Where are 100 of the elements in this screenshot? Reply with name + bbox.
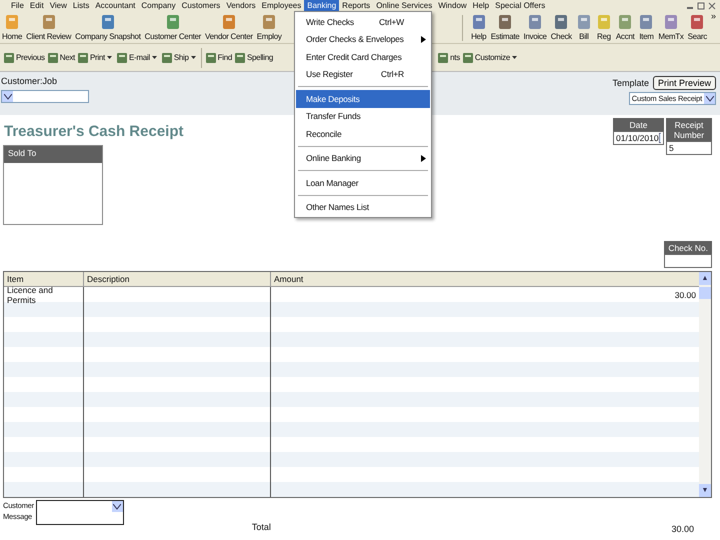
toolbar-button[interactable]: Vendor Center	[203, 14, 255, 41]
menu-item[interactable]: View	[46, 0, 70, 11]
menu-item[interactable]: Online Services	[373, 0, 436, 11]
form-toolbar-button[interactable]: Find	[204, 52, 233, 64]
toolbar-icon	[164, 14, 181, 30]
toolbar-icon	[160, 52, 173, 64]
toolbar-button[interactable]: Employ	[254, 14, 284, 41]
toolbar-button[interactable]: Check	[548, 14, 574, 41]
menu-item[interactable]: Reconcile	[296, 125, 430, 142]
toolbar-icon	[638, 14, 654, 30]
toolbar-icon	[76, 52, 89, 64]
receipt-number-field[interactable]: 5	[666, 141, 712, 155]
toolbar-icon	[617, 14, 634, 30]
check-no-field[interactable]	[664, 254, 712, 268]
form-toolbar-button[interactable]: Spelling	[233, 52, 274, 64]
check-no-label: Check No.	[664, 241, 712, 254]
toolbar-icon	[470, 14, 487, 30]
form-toolbar-button[interactable]: Ship	[160, 52, 190, 64]
toolbar-icon	[40, 14, 57, 30]
toolbar-icon	[662, 14, 679, 30]
toolbar-icon	[689, 14, 706, 30]
caret-icon[interactable]	[190, 56, 196, 59]
toolbar-icon	[100, 14, 116, 30]
toolbar-button[interactable]: Reg	[594, 14, 614, 41]
column-header: Item	[4, 272, 84, 286]
template-label: Template	[612, 78, 649, 88]
customer-job-dropdown[interactable]	[1, 90, 89, 103]
toolbar-button[interactable]: MemTx	[656, 14, 686, 41]
customer-message-dropdown[interactable]	[36, 500, 124, 525]
toolbar-button[interactable]: Help	[468, 14, 489, 41]
toolbar-button[interactable]: Customer Center	[142, 14, 204, 41]
toolbar-icon	[261, 14, 278, 30]
menu-item[interactable]: Edit	[26, 0, 47, 11]
menu-item[interactable]: Write Checks Ctrl+W	[296, 13, 430, 30]
total-value: 30.00	[671, 524, 694, 534]
menu-item[interactable]: Other Names List	[296, 198, 430, 216]
toolbar-icon	[4, 14, 20, 30]
toolbar-icon	[596, 14, 612, 30]
toolbar-icon	[220, 14, 237, 30]
form-toolbar-button[interactable]: Previous	[2, 52, 46, 64]
toolbar-button[interactable]: Company Snapshot	[73, 14, 143, 41]
scroll-thumb[interactable]	[699, 287, 711, 299]
toolbar-icon	[462, 52, 474, 64]
form-toolbar-button[interactable]: Customize	[460, 52, 511, 64]
toolbar-icon	[553, 14, 570, 30]
shortcut-label: Ctrl+R	[380, 69, 404, 80]
menu-item[interactable]: Transfer Funds	[296, 108, 430, 125]
menu-item[interactable]: Employees	[258, 0, 304, 11]
dropdown-arrow-icon	[704, 93, 715, 104]
toolbar-icon	[437, 52, 450, 64]
menu-item[interactable]: Banking	[304, 0, 340, 11]
menu-item[interactable]: Make Deposits	[296, 90, 430, 108]
receipt-number-label: Receipt Number	[666, 118, 712, 141]
overflow-button[interactable]: »	[710, 12, 716, 21]
date-field[interactable]: 01/10/2010	[613, 131, 664, 145]
toolbar-button[interactable]: Home	[0, 14, 24, 41]
menu-item[interactable]: Online Banking	[296, 150, 430, 167]
menu-item[interactable]: Use Register Ctrl+R	[296, 66, 430, 83]
menu-item[interactable]: Special Offers	[492, 0, 548, 11]
table-cell-text: 30.00	[674, 288, 697, 302]
column-header: Description	[84, 272, 271, 286]
toolbar-icon	[46, 52, 59, 64]
sold-to-field[interactable]: Sold To	[3, 145, 103, 225]
toolbar-button[interactable]: Item	[636, 14, 656, 41]
total-label: Total	[252, 522, 271, 532]
menu-item[interactable]: Loan Manager	[296, 174, 430, 192]
window-controls-icon[interactable]	[686, 2, 716, 10]
form-toolbar-button[interactable]: E-mail	[114, 52, 151, 64]
print-preview-button[interactable]: Print Preview	[652, 76, 716, 90]
toolbar-icon	[527, 14, 544, 30]
form-toolbar-button[interactable]: nts	[436, 52, 461, 64]
dropdown-arrow-icon	[112, 501, 123, 512]
menu-item[interactable]: Vendors	[223, 0, 259, 11]
sold-to-label: Sold To	[4, 146, 102, 163]
menu-item[interactable]: Company	[138, 0, 179, 11]
menu-item[interactable]: Reports	[339, 0, 374, 11]
toolbar-button[interactable]: Client Review	[24, 14, 74, 41]
caret-icon[interactable]	[512, 56, 517, 59]
toolbar-button[interactable]: Bill	[574, 14, 594, 41]
dropdown-arrow-icon	[2, 91, 13, 102]
menu-item[interactable]: Window	[435, 0, 470, 11]
toolbar-button[interactable]: Searc	[686, 14, 709, 41]
menu-item[interactable]: File	[8, 0, 27, 11]
column-header: Amount	[273, 274, 304, 284]
toolbar-button[interactable]: Accnt	[614, 14, 636, 41]
form-toolbar-button[interactable]: Print	[76, 52, 106, 64]
menu-item[interactable]: Lists	[70, 0, 92, 11]
menu-item[interactable]: Order Checks & Envelopes	[296, 30, 430, 48]
menu-item[interactable]: Help	[470, 0, 492, 11]
toolbar-button[interactable]: Estimate	[488, 14, 522, 41]
menu-item[interactable]: Enter Credit Card Charges	[296, 48, 430, 66]
customer-job-label: Customer:Job	[1, 76, 58, 86]
date-label: Date	[613, 118, 664, 131]
caret-icon[interactable]	[152, 56, 157, 59]
form-toolbar-button[interactable]: Next	[46, 52, 76, 64]
toolbar-button[interactable]: Invoice	[521, 14, 549, 41]
menu-item[interactable]: Accountant	[92, 0, 138, 11]
caret-icon[interactable]	[106, 56, 112, 59]
toolbar-icon	[234, 52, 246, 64]
menu-item[interactable]: Customers	[178, 0, 224, 11]
